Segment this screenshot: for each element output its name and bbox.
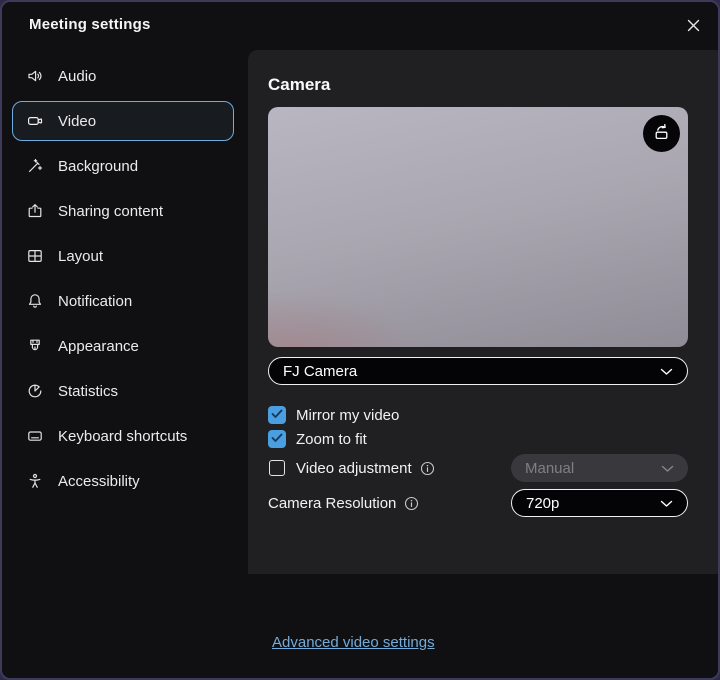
meeting-settings-dialog: Meeting settings Audio Video: [0, 0, 720, 680]
mirror-video-label: Mirror my video: [296, 407, 399, 424]
sidebar-item-label: Notification: [58, 293, 132, 310]
sidebar-item-layout[interactable]: Layout: [12, 236, 234, 276]
sidebar-item-keyboard-shortcuts[interactable]: Keyboard shortcuts: [12, 416, 234, 456]
speaker-icon: [26, 67, 44, 85]
section-heading: Camera: [268, 75, 688, 97]
sidebar-item-statistics[interactable]: Statistics: [12, 371, 234, 411]
sidebar-item-audio[interactable]: Audio: [12, 56, 234, 96]
sidebar-item-label: Accessibility: [58, 473, 140, 490]
sidebar-item-label: Sharing content: [58, 203, 163, 220]
screen: Meeting settings Audio Video: [0, 0, 720, 680]
close-button[interactable]: [680, 15, 706, 41]
camera-device-select[interactable]: FJ Camera: [268, 357, 688, 385]
sidebar-item-label: Video: [58, 113, 96, 130]
sidebar: Audio Video Background Sharing content: [2, 51, 248, 678]
sidebar-item-background[interactable]: Background: [12, 146, 234, 186]
sidebar-item-label: Appearance: [58, 338, 139, 355]
video-adjustment-select[interactable]: Manual: [511, 454, 688, 482]
camera-resolution-label: Camera Resolution: [268, 495, 396, 512]
rotate-camera-button[interactable]: [643, 115, 680, 152]
advanced-video-settings-link[interactable]: Advanced video settings: [272, 634, 435, 651]
checkmark-icon: [271, 430, 283, 448]
pie-chart-icon: [26, 382, 44, 400]
camera-resolution-row: Camera Resolution 720p: [268, 489, 688, 517]
sidebar-item-notification[interactable]: Notification: [12, 281, 234, 321]
zoom-to-fit-row: Zoom to fit: [268, 430, 688, 448]
sidebar-item-label: Audio: [58, 68, 96, 85]
sidebar-item-appearance[interactable]: Appearance: [12, 326, 234, 366]
camera-preview: [268, 107, 688, 347]
accessibility-icon: [26, 472, 44, 490]
keyboard-icon: [26, 427, 44, 445]
close-icon: [686, 18, 701, 38]
camera-device-value: FJ Camera: [283, 363, 357, 380]
bell-icon: [26, 292, 44, 310]
video-adjustment-checkbox[interactable]: [269, 460, 285, 476]
video-settings-panel: Camera FJ Camera: [248, 50, 718, 574]
chevron-down-icon: [660, 363, 673, 380]
share-content-icon: [26, 202, 44, 220]
camera-resolution-left: Camera Resolution: [268, 495, 419, 512]
checkmark-icon: [271, 406, 283, 424]
sidebar-item-label: Statistics: [58, 383, 118, 400]
zoom-to-fit-checkbox[interactable]: [268, 430, 286, 448]
magic-wand-icon: [26, 157, 44, 175]
info-icon[interactable]: [420, 461, 435, 476]
video-adjustment-left: Video adjustment: [268, 459, 435, 477]
camera-resolution-value: 720p: [526, 495, 559, 512]
video-adjustment-row: Video adjustment Manual: [268, 454, 688, 482]
mirror-video-checkbox[interactable]: [268, 406, 286, 424]
paintbrush-icon: [26, 337, 44, 355]
zoom-to-fit-label: Zoom to fit: [296, 431, 367, 448]
sidebar-item-label: Layout: [58, 248, 103, 265]
sidebar-item-sharing-content[interactable]: Sharing content: [12, 191, 234, 231]
titlebar: Meeting settings: [2, 2, 718, 50]
video-camera-icon: [26, 112, 44, 130]
dialog-title: Meeting settings: [29, 16, 151, 33]
sidebar-item-accessibility[interactable]: Accessibility: [12, 461, 234, 501]
sidebar-item-video[interactable]: Video: [12, 101, 234, 141]
camera-resolution-select[interactable]: 720p: [511, 489, 688, 517]
mirror-video-row: Mirror my video: [268, 406, 688, 424]
rotate-camera-icon: [651, 121, 672, 147]
sidebar-item-label: Background: [58, 158, 138, 175]
video-adjustment-value: Manual: [525, 460, 574, 477]
video-adjustment-label: Video adjustment: [296, 460, 412, 477]
chevron-down-icon: [661, 460, 674, 477]
chevron-down-icon: [660, 495, 673, 512]
layout-grid-icon: [26, 247, 44, 265]
info-icon[interactable]: [404, 496, 419, 511]
sidebar-item-label: Keyboard shortcuts: [58, 428, 187, 445]
